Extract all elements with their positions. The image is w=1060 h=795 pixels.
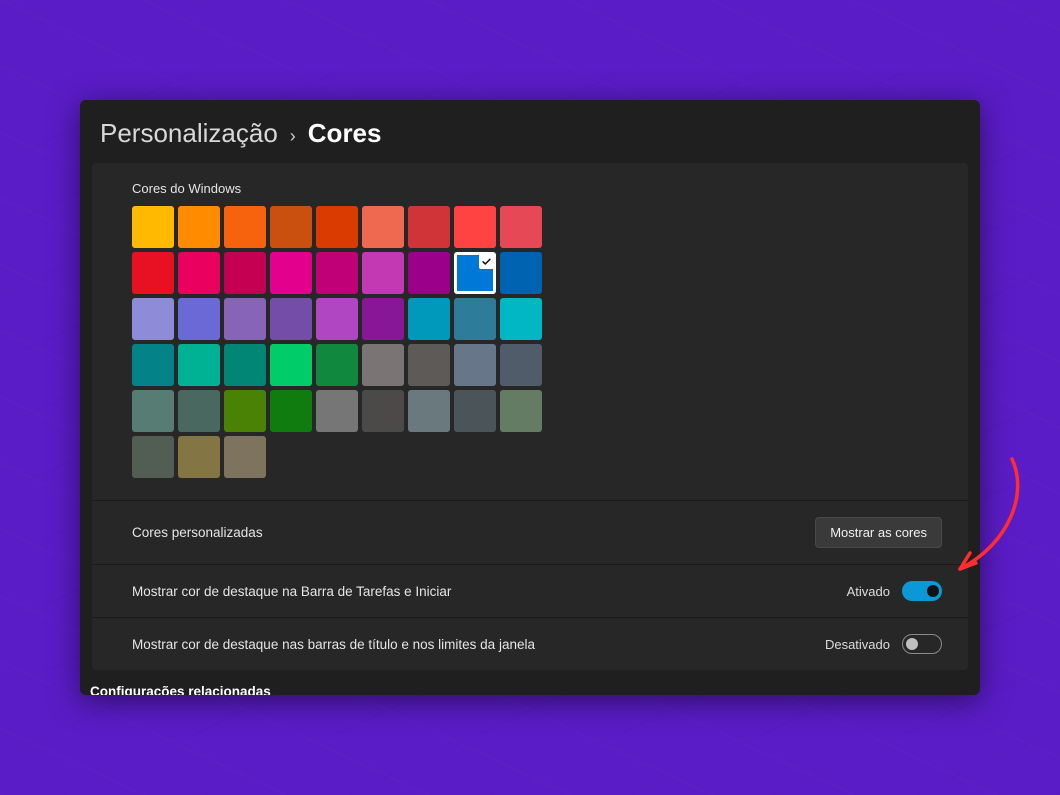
color-swatch[interactable]: [270, 298, 312, 340]
color-swatch[interactable]: [316, 390, 358, 432]
color-swatch[interactable]: [408, 390, 450, 432]
swatch-row: [132, 298, 542, 340]
breadcrumb: Personalização › Cores: [80, 100, 980, 163]
color-swatch[interactable]: [316, 206, 358, 248]
swatch-row: [132, 206, 542, 248]
color-swatch[interactable]: [224, 298, 266, 340]
color-swatch[interactable]: [132, 252, 174, 294]
color-swatch[interactable]: [500, 206, 542, 248]
color-swatch-grid: [132, 206, 542, 478]
color-swatch[interactable]: [362, 390, 404, 432]
color-swatch[interactable]: [224, 436, 266, 478]
color-swatch[interactable]: [454, 344, 496, 386]
color-swatch[interactable]: [270, 390, 312, 432]
custom-colors-row: Cores personalizadas Mostrar as cores: [92, 501, 968, 565]
color-swatch[interactable]: [408, 298, 450, 340]
accent-titlebar-row: Mostrar cor de destaque nas barras de tí…: [92, 618, 968, 670]
accent-taskbar-toggle[interactable]: [902, 581, 942, 601]
color-swatch[interactable]: [362, 298, 404, 340]
color-swatch[interactable]: [178, 390, 220, 432]
color-swatch[interactable]: [500, 298, 542, 340]
color-swatch[interactable]: [224, 252, 266, 294]
check-icon: [479, 254, 494, 269]
color-swatch[interactable]: [178, 298, 220, 340]
accent-titlebar-toggle[interactable]: [902, 634, 942, 654]
color-swatch[interactable]: [132, 344, 174, 386]
color-swatch[interactable]: [132, 298, 174, 340]
accent-titlebar-state: Desativado: [825, 637, 890, 652]
panel: Cores do Windows Cores personalizadas Mo…: [92, 163, 968, 670]
color-swatch[interactable]: [316, 298, 358, 340]
color-swatch[interactable]: [500, 252, 542, 294]
color-swatch[interactable]: [454, 298, 496, 340]
color-swatch[interactable]: [500, 344, 542, 386]
color-swatch[interactable]: [270, 206, 312, 248]
color-swatch[interactable]: [500, 390, 542, 432]
related-settings-heading: Configurações relacionadas: [80, 670, 980, 695]
windows-colors-label: Cores do Windows: [132, 181, 946, 196]
color-swatch[interactable]: [224, 206, 266, 248]
swatch-row: [132, 344, 542, 386]
swatch-row: [132, 252, 542, 294]
color-swatch[interactable]: [224, 390, 266, 432]
color-swatch[interactable]: [270, 252, 312, 294]
color-swatch[interactable]: [454, 252, 496, 294]
breadcrumb-current: Cores: [308, 118, 382, 149]
color-swatch[interactable]: [362, 344, 404, 386]
toggle-knob: [906, 638, 918, 650]
swatch-row: [132, 436, 542, 478]
color-swatch[interactable]: [362, 206, 404, 248]
color-swatch[interactable]: [224, 344, 266, 386]
color-swatch[interactable]: [270, 344, 312, 386]
color-swatch[interactable]: [178, 206, 220, 248]
color-swatch[interactable]: [132, 206, 174, 248]
color-swatch[interactable]: [362, 252, 404, 294]
show-colors-button[interactable]: Mostrar as cores: [815, 517, 942, 548]
color-swatch[interactable]: [408, 252, 450, 294]
color-swatch[interactable]: [454, 206, 496, 248]
color-swatch[interactable]: [178, 252, 220, 294]
accent-taskbar-label: Mostrar cor de destaque na Barra de Tare…: [132, 584, 451, 599]
toggle-knob: [927, 585, 939, 597]
accent-titlebar-label: Mostrar cor de destaque nas barras de tí…: [132, 637, 535, 652]
custom-colors-label: Cores personalizadas: [132, 525, 263, 540]
color-swatch[interactable]: [408, 344, 450, 386]
color-swatch[interactable]: [316, 344, 358, 386]
accent-taskbar-row: Mostrar cor de destaque na Barra de Tare…: [92, 565, 968, 618]
windows-colors-section: Cores do Windows: [92, 163, 968, 501]
color-swatch[interactable]: [316, 252, 358, 294]
color-swatch[interactable]: [408, 206, 450, 248]
swatch-row: [132, 390, 542, 432]
color-swatch[interactable]: [178, 344, 220, 386]
chevron-right-icon: ›: [290, 126, 296, 147]
color-swatch[interactable]: [132, 390, 174, 432]
settings-window: Personalização › Cores Cores do Windows …: [80, 100, 980, 695]
color-swatch[interactable]: [454, 390, 496, 432]
breadcrumb-parent[interactable]: Personalização: [100, 118, 278, 149]
accent-taskbar-state: Ativado: [847, 584, 890, 599]
color-swatch[interactable]: [178, 436, 220, 478]
color-swatch[interactable]: [132, 436, 174, 478]
